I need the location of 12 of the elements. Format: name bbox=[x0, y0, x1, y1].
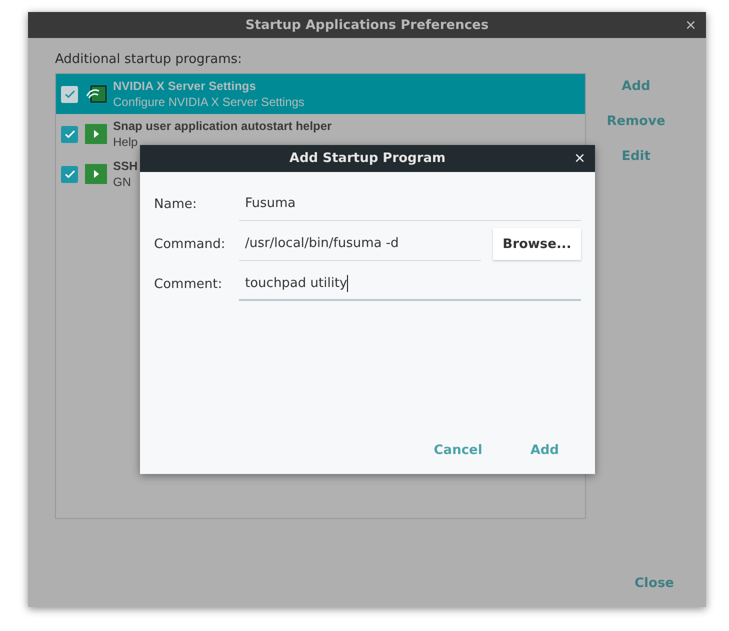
dialog-title: Add Startup Program bbox=[289, 151, 446, 166]
window-title: Startup Applications Preferences bbox=[245, 18, 489, 32]
program-comment: Configure NVIDIA X Server Settings bbox=[113, 94, 304, 110]
list-label: Additional startup programs: bbox=[55, 52, 243, 67]
field-label: Comment: bbox=[154, 276, 224, 292]
field-label: Command: bbox=[154, 236, 226, 252]
field-label: Name: bbox=[154, 196, 198, 212]
program-comment: Help bbox=[113, 134, 139, 150]
program-name: Snap user application autostart helper bbox=[113, 118, 332, 134]
program-comment: GN bbox=[113, 174, 132, 190]
program-name: NVIDIA X Server Settings bbox=[113, 78, 257, 94]
program-name: SSH bbox=[113, 158, 138, 174]
